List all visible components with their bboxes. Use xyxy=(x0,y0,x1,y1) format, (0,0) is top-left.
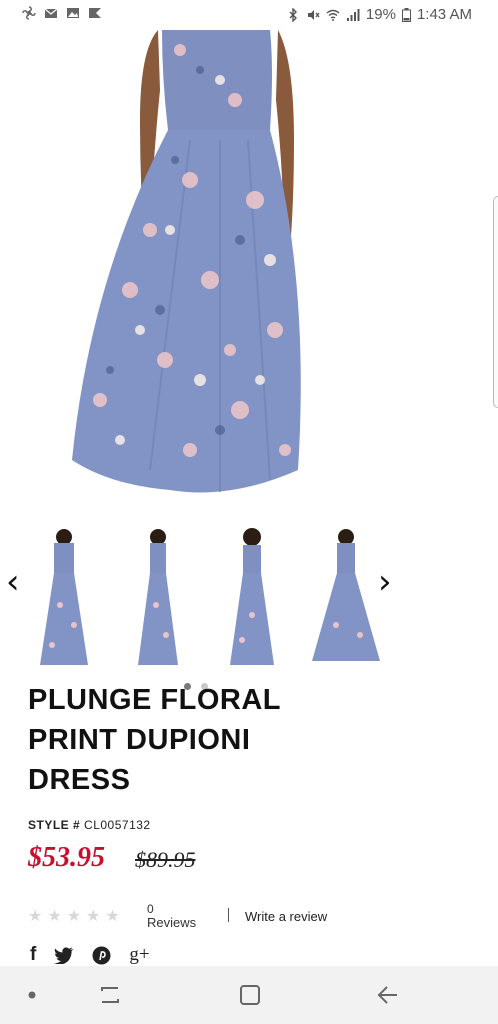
thumbnail-4[interactable] xyxy=(306,525,386,671)
clock: 1:43 AM xyxy=(416,6,472,23)
edge-panel-handle[interactable] xyxy=(493,196,498,408)
googleplus-icon[interactable]: g+ xyxy=(129,944,149,966)
dot-icon xyxy=(28,991,36,999)
flipboard-icon xyxy=(89,8,101,18)
star-icon: ★ xyxy=(86,906,101,925)
social-share: f g+ xyxy=(30,944,150,966)
status-bar: 19% 1:43 AM xyxy=(0,0,498,30)
style-label: STYLE # xyxy=(28,818,81,832)
bluetooth-icon xyxy=(289,7,297,22)
mute-icon xyxy=(307,9,320,20)
original-price: $89.95 xyxy=(135,847,196,872)
back-arrow-icon xyxy=(377,986,397,1004)
recent-apps-button[interactable] xyxy=(88,966,132,1024)
recent-apps-icon xyxy=(101,987,119,1003)
wifi-icon xyxy=(326,9,340,21)
home-icon xyxy=(240,985,260,1005)
star-icon: ★ xyxy=(105,906,120,925)
review-label: Reviews xyxy=(147,915,197,930)
image-icon xyxy=(67,8,79,18)
thumbnail-1[interactable] xyxy=(24,525,104,671)
back-button[interactable] xyxy=(366,966,410,1024)
write-review-link[interactable]: Write a review xyxy=(245,909,327,924)
rating-stars[interactable]: ★ ★ ★ ★ ★ xyxy=(28,906,120,925)
pinterest-icon[interactable] xyxy=(92,946,111,965)
thumbnail-gallery xyxy=(0,525,404,673)
product-title-line-3: DRESS xyxy=(28,764,131,796)
star-icon: ★ xyxy=(66,906,82,925)
star-icon: ★ xyxy=(28,906,43,925)
android-nav-bar xyxy=(0,966,498,1024)
thumbnail-2[interactable] xyxy=(118,525,198,671)
product-main-image[interactable] xyxy=(70,30,302,500)
divider xyxy=(228,908,229,922)
style-code: CL0057132 xyxy=(84,818,151,832)
fan-icon xyxy=(22,6,36,20)
battery-percent: 19% xyxy=(365,6,396,23)
product-title: PLUNGE FLORAL PRINT DUPIONI DRESS xyxy=(28,680,358,800)
system-icons: 19% 1:43 AM xyxy=(286,6,472,23)
review-count: 0 xyxy=(147,902,154,916)
nav-dot-button[interactable] xyxy=(12,966,52,1024)
thumbnail-3[interactable] xyxy=(212,525,292,671)
style-number: STYLE # CL0057132 xyxy=(28,818,151,832)
star-icon: ★ xyxy=(47,906,62,925)
product-title-line-2: PRINT DUPIONI xyxy=(28,724,251,756)
notification-icons xyxy=(22,6,102,20)
mail-icon xyxy=(44,8,58,18)
battery-icon xyxy=(401,7,411,22)
home-button[interactable] xyxy=(228,966,272,1024)
sale-price: $53.95 xyxy=(28,842,105,873)
product-title-line-1: PLUNGE FLORAL xyxy=(28,684,281,716)
facebook-icon[interactable]: f xyxy=(30,944,36,966)
twitter-icon[interactable] xyxy=(54,946,74,964)
signal-icon xyxy=(346,8,360,21)
